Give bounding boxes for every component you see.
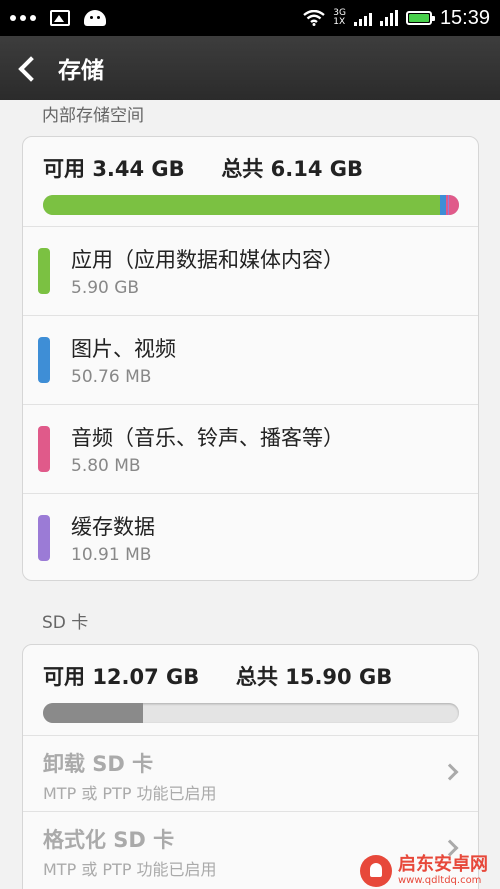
sd-card-header: SD 卡	[42, 613, 89, 633]
category-size: 50.76 MB	[71, 367, 152, 387]
category-color-swatch	[38, 426, 50, 472]
usage-segment-free	[449, 195, 459, 215]
category-size: 10.91 MB	[71, 545, 152, 565]
internal-summary: 可用 3.44 GB 总共 6.14 GB	[43, 153, 363, 183]
status-clock: 15:39	[439, 6, 490, 29]
category-size: 5.90 GB	[71, 278, 140, 298]
category-color-swatch	[38, 248, 50, 294]
sd-total-label: 总共	[235, 665, 278, 689]
internal-usage-bar	[43, 195, 459, 215]
image-notification-icon	[50, 10, 70, 26]
unmount-sd-title: 卸载 SD 卡	[43, 752, 154, 776]
page-title: 存储	[58, 58, 104, 84]
category-name: 应用（应用数据和媒体内容）	[71, 248, 344, 272]
network-bottom: 1X	[333, 17, 346, 27]
unmount-sd-row[interactable]: 卸载 SD 卡 MTP 或 PTP 功能已启用	[23, 735, 478, 811]
sd-available-label: 可用	[43, 665, 85, 689]
sd-total-value: 15.90 GB	[285, 665, 393, 689]
watermark-logo-icon	[360, 854, 392, 887]
category-size: 5.80 MB	[71, 456, 141, 476]
unmount-sd-subtitle: MTP 或 PTP 功能已启用	[43, 784, 217, 803]
category-name: 缓存数据	[71, 515, 155, 539]
category-color-swatch	[38, 515, 50, 561]
sd-summary: 可用 12.07 GB 总共 15.90 GB	[43, 661, 392, 691]
category-name: 图片、视频	[71, 337, 176, 361]
signal-strength-icon	[353, 10, 372, 26]
android-notification-icon	[84, 10, 106, 26]
category-row-cache[interactable]: 缓存数据 10.91 MB	[23, 493, 478, 580]
watermark: 启东安卓网 www.qdltdq.com	[360, 852, 500, 889]
signal-strength-2-icon	[379, 10, 398, 26]
internal-total-value: 6.14 GB	[270, 157, 363, 181]
internal-available-value: 3.44 GB	[92, 157, 185, 181]
back-arrow-icon[interactable]	[10, 36, 54, 100]
category-row-apps[interactable]: 应用（应用数据和媒体内容） 5.90 GB	[23, 226, 478, 315]
category-row-pictures-videos[interactable]: 图片、视频 50.76 MB	[23, 315, 478, 404]
sd-usage-fill	[43, 703, 143, 723]
usage-segment-apps	[43, 195, 441, 215]
watermark-url: www.qdltdq.com	[398, 874, 482, 886]
category-name: 音频（音乐、铃声、播客等）	[71, 426, 344, 450]
category-color-swatch	[38, 337, 50, 383]
internal-storage-header: 内部存储空间	[42, 106, 144, 126]
network-type-label: 3G 1X	[333, 9, 346, 27]
sd-usage-bar	[43, 703, 459, 723]
internal-total-label: 总共	[221, 157, 264, 181]
internal-available-label: 可用	[43, 157, 85, 181]
format-sd-title: 格式化 SD 卡	[43, 828, 175, 852]
chevron-right-icon	[441, 763, 459, 781]
status-bar: 3G 1X 15:39	[0, 0, 500, 36]
category-row-audio[interactable]: 音频（音乐、铃声、播客等） 5.80 MB	[23, 404, 478, 493]
internal-storage-card: 可用 3.44 GB 总共 6.14 GB 应用（应用数据和媒体内容） 5.90…	[22, 136, 479, 581]
more-notifications-icon	[10, 15, 36, 21]
format-sd-subtitle: MTP 或 PTP 功能已启用	[43, 860, 217, 879]
watermark-name: 启东安卓网	[398, 853, 488, 875]
battery-icon	[405, 11, 435, 25]
sd-available-value: 12.07 GB	[92, 665, 200, 689]
wifi-icon	[303, 10, 325, 26]
action-bar: 存储	[0, 36, 500, 100]
